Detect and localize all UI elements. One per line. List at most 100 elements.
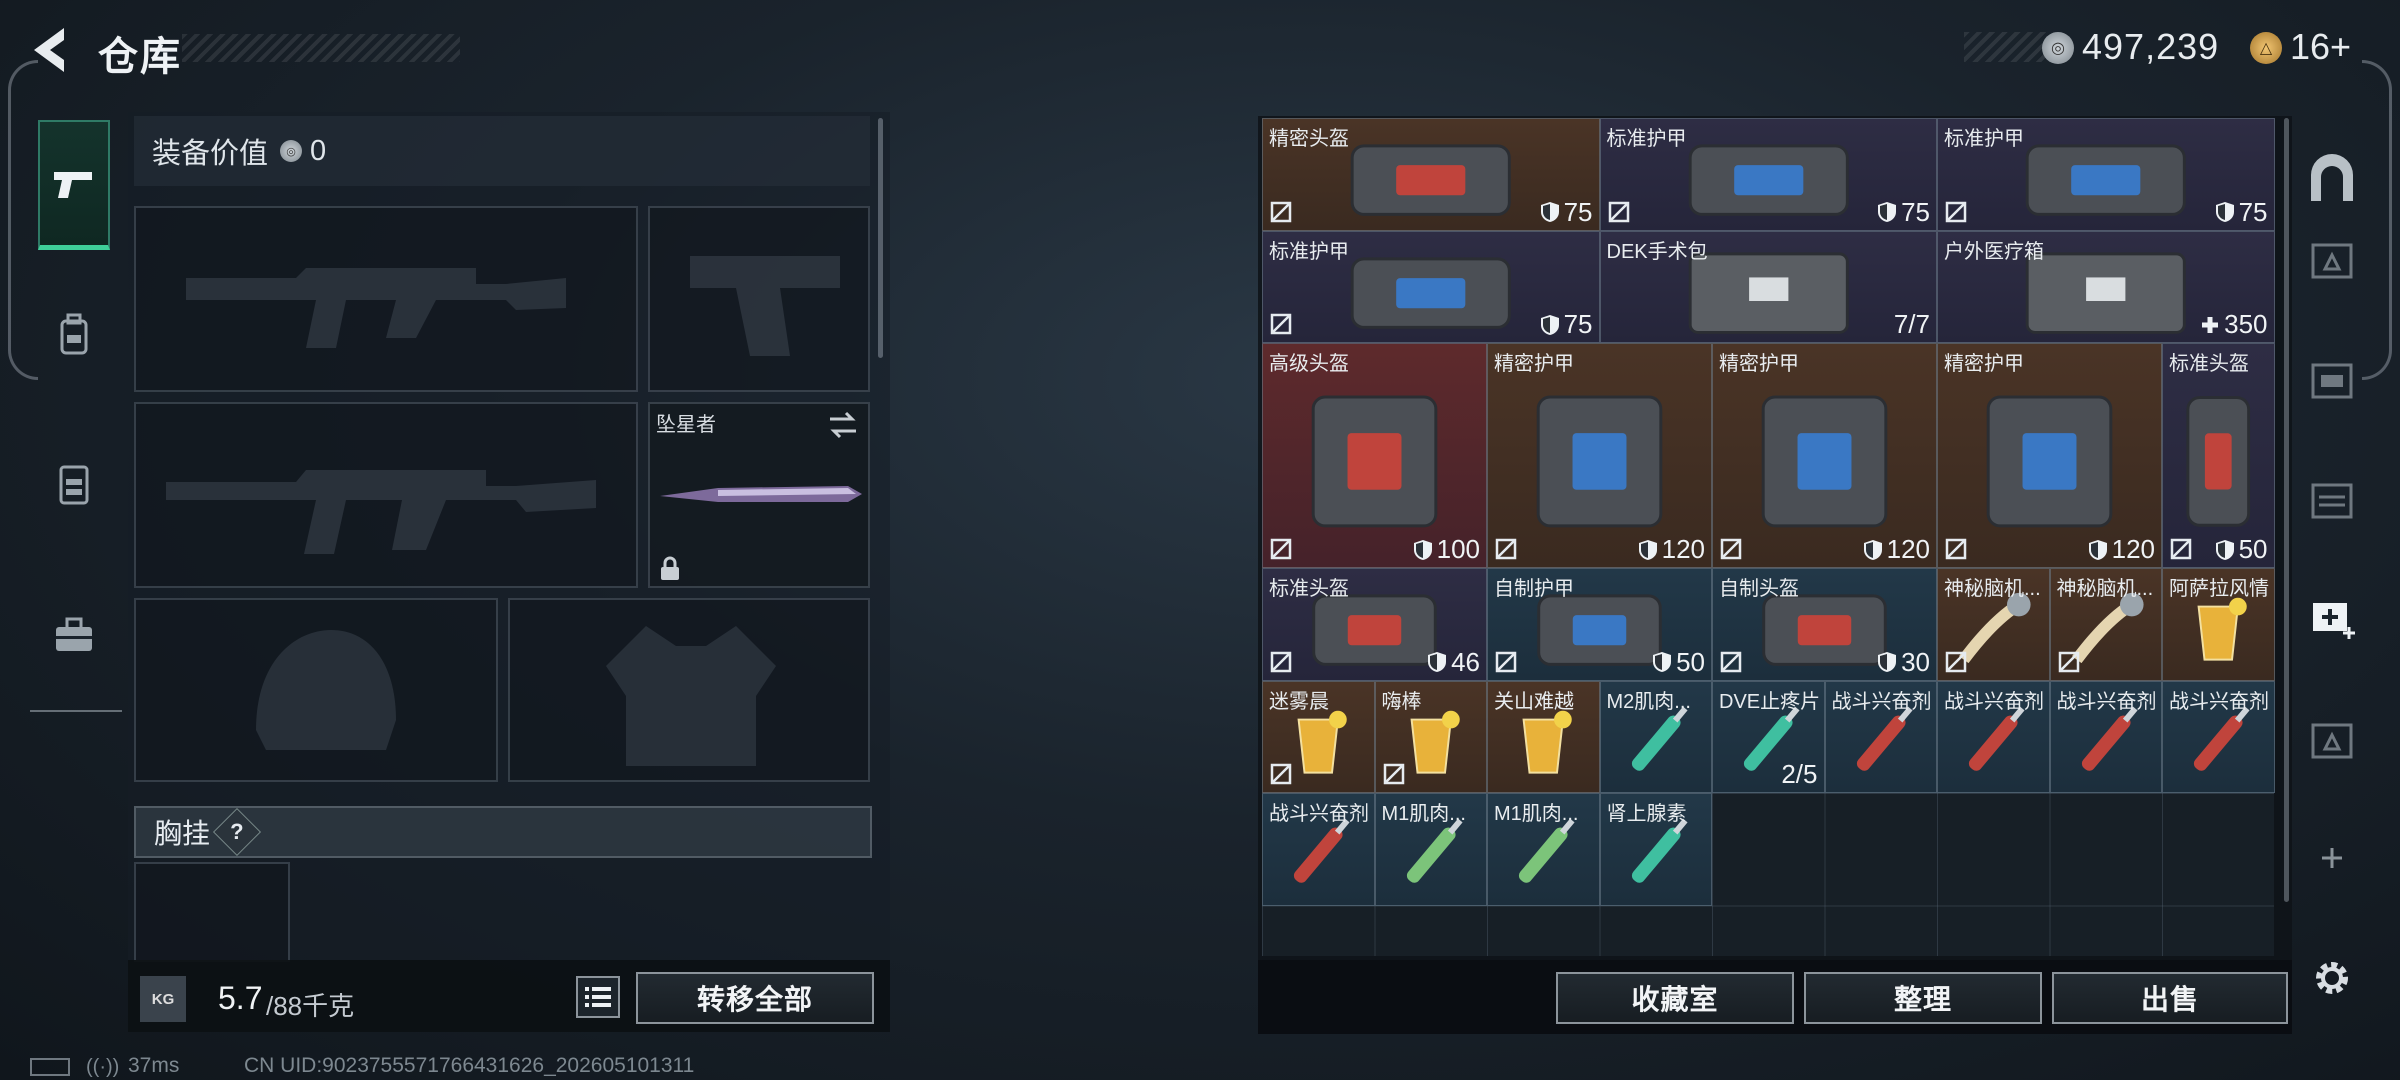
warehouse-item[interactable]: 迷雾晨: [1262, 680, 1375, 793]
warehouse-item[interactable]: 户外医疗箱 350: [1937, 230, 2275, 343]
shield-icon: [1540, 314, 1559, 335]
container-tab-3[interactable]: [2300, 466, 2364, 530]
warehouse-item[interactable]: 自制护甲 50: [1487, 568, 1712, 681]
unsearched-icon: [1720, 651, 1742, 672]
warehouse-item[interactable]: 自制头盔 30: [1712, 568, 1937, 681]
item-name: M1肌肉...: [1494, 803, 1579, 825]
sort-button[interactable]: 整理: [1804, 972, 2042, 1024]
category-weapons[interactable]: [38, 120, 110, 250]
item-name: 神秘脑机...: [1944, 578, 2041, 600]
swap-icon[interactable]: [826, 410, 860, 440]
warehouse-item[interactable]: 关山难越: [1487, 680, 1600, 793]
warehouse-item[interactable]: 战斗兴奋剂: [1937, 680, 2050, 793]
lock-icon: [661, 556, 679, 580]
silver-currency-amount: 497,239: [2082, 26, 2220, 67]
list-view-button[interactable]: [576, 976, 620, 1018]
warehouse-item[interactable]: 精密护甲 120: [1937, 343, 2162, 568]
item-name: DVE止疼片: [1719, 690, 1821, 713]
help-icon[interactable]: ?: [212, 807, 262, 857]
item-value: 100: [1413, 534, 1480, 565]
battery-icon: [30, 1058, 70, 1076]
item-value: 350: [2200, 309, 2268, 340]
container-tab-2[interactable]: [2300, 346, 2364, 410]
unsearched-icon: [1945, 201, 1967, 222]
item-name: 标准护甲: [1269, 240, 1349, 263]
primary-weapon-slot[interactable]: [134, 206, 638, 392]
unsearched-icon: [1270, 763, 1292, 785]
currency-decoration: [1964, 32, 2054, 62]
item-value-text: 120: [1886, 534, 1930, 564]
warehouse-item[interactable]: 精密护甲 120: [1712, 343, 1937, 568]
category-backpack[interactable]: [38, 270, 110, 400]
warehouse-item[interactable]: M2肌肉...: [1599, 680, 1712, 793]
unsearched-icon: [1270, 201, 1292, 222]
warehouse-item[interactable]: 标准护甲 75: [1937, 118, 2275, 231]
item-value-text: 7/7: [1893, 309, 1930, 339]
warehouse-item[interactable]: 肾上腺素: [1599, 793, 1712, 906]
shield-icon: [2088, 539, 2107, 560]
medical-container-icon: [2313, 603, 2355, 639]
container-tab-medical[interactable]: [2300, 584, 2364, 648]
category-rig[interactable]: [38, 420, 110, 550]
collection-room-button[interactable]: 收藏室: [1556, 972, 1794, 1024]
warehouse-item[interactable]: 标准护甲 75: [1599, 118, 1937, 231]
pistol-slot[interactable]: [648, 206, 870, 392]
warehouse-item[interactable]: 精密护甲 120: [1487, 343, 1712, 568]
warehouse-item[interactable]: 神秘脑机...: [1937, 568, 2050, 681]
item-value-text: 75: [1563, 309, 1593, 339]
warehouse-item[interactable]: 标准护甲 75: [1262, 230, 1600, 343]
armor-slot[interactable]: [508, 598, 870, 782]
equipment-value-header: 装备价值 ◎ 0: [134, 116, 870, 186]
chest-rig-slot[interactable]: [134, 862, 290, 962]
container-tab-4[interactable]: [2300, 706, 2364, 770]
helmet-slot[interactable]: [134, 598, 498, 782]
unsearched-icon: [1383, 763, 1404, 785]
item-name: 精密护甲: [1494, 353, 1574, 375]
transfer-all-button[interactable]: 转移全部: [636, 972, 874, 1024]
shield-icon: [1878, 652, 1897, 672]
warehouse-item[interactable]: 战斗兴奋剂: [2162, 680, 2275, 793]
warehouse-scrollbar[interactable]: [2284, 118, 2289, 902]
sell-button[interactable]: 出售: [2052, 972, 2288, 1024]
melee-slot[interactable]: 坠星者: [648, 402, 870, 588]
warehouse-item[interactable]: M1肌肉...: [1487, 793, 1600, 906]
warehouse-item[interactable]: 高级头盔 100: [1262, 343, 1487, 568]
warehouse-item[interactable]: 战斗兴奋剂: [1824, 680, 1937, 793]
item-value: 30: [1877, 647, 1930, 678]
category-rail: [30, 112, 122, 712]
item-value: 75: [2215, 197, 2268, 228]
safe-box-tab[interactable]: [2300, 148, 2364, 212]
item-value-text: 120: [1661, 534, 1705, 564]
rifle-silhouette-icon: [186, 268, 566, 348]
safe-icon: [2311, 154, 2353, 201]
warehouse-item[interactable]: DVE止疼片 2/5: [1712, 680, 1825, 793]
warehouse-item[interactable]: 嗨棒: [1374, 680, 1487, 793]
shield-icon: [1413, 539, 1432, 560]
item-name: 迷雾晨: [1269, 690, 1329, 713]
secondary-weapon-slot[interactable]: [134, 402, 638, 588]
gear-icon: [2316, 962, 2348, 994]
warehouse-item[interactable]: 神秘脑机...: [2049, 568, 2162, 681]
item-value: 46: [1427, 647, 1480, 678]
warehouse-item[interactable]: 战斗兴奋剂: [1262, 793, 1375, 906]
rifle-silhouette-icon: [166, 470, 596, 554]
item-value: 120: [2088, 534, 2155, 565]
item-value-text: 100: [1436, 534, 1480, 564]
gold-currency-amount: 16+: [2290, 26, 2352, 67]
warehouse-item[interactable]: 战斗兴奋剂: [2049, 680, 2162, 793]
category-case[interactable]: [38, 570, 110, 700]
add-container-button[interactable]: [2300, 826, 2364, 890]
warehouse-item[interactable]: DEK手术包 7/7: [1599, 230, 1937, 343]
warehouse-item[interactable]: 标准头盔 46: [1262, 568, 1487, 681]
item-value-text: 75: [1563, 196, 1593, 227]
warehouse-item[interactable]: M1肌肉...: [1374, 793, 1487, 906]
item-name: 关山难越: [1494, 690, 1574, 713]
warehouse-item[interactable]: 标准头盔 50: [2162, 343, 2275, 568]
item-value: 50: [1652, 647, 1705, 678]
equipment-scrollbar[interactable]: [878, 118, 883, 358]
container-tab-1[interactable]: [2300, 226, 2364, 290]
settings-button[interactable]: [2300, 946, 2364, 1010]
warehouse-item[interactable]: 阿萨拉风情: [2162, 568, 2275, 681]
warehouse-item[interactable]: 精密头盔 75: [1262, 118, 1600, 231]
title-decoration: [182, 34, 460, 62]
